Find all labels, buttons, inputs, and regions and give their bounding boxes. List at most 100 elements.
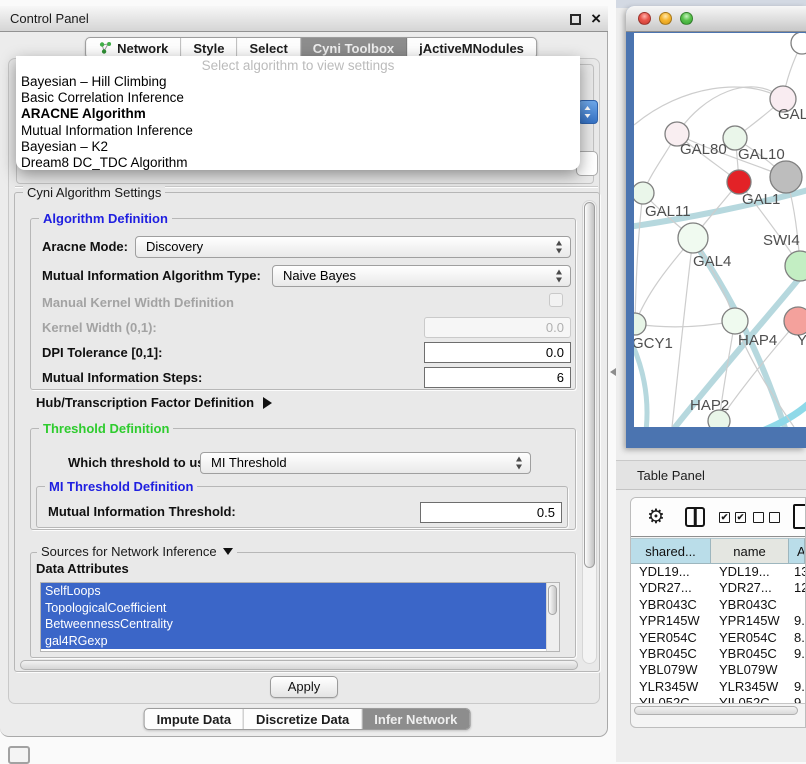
- dropdown-option[interactable]: Mutual Information Inference: [16, 123, 580, 139]
- which-threshold-combobox[interactable]: MI Threshold: [200, 452, 531, 474]
- node-label: GAL4: [693, 253, 731, 270]
- checked-checkbox-icon[interactable]: ✔: [719, 512, 730, 523]
- network-node[interactable]: [784, 307, 806, 335]
- close-traffic-light-icon[interactable]: [638, 12, 651, 25]
- table-row[interactable]: YIL052CYIL052C9: [631, 695, 805, 703]
- close-icon[interactable]: ×: [591, 8, 601, 30]
- network-node[interactable]: [722, 308, 748, 334]
- table-row[interactable]: YER054CYER054C8.: [631, 630, 805, 646]
- zoom-traffic-light-icon[interactable]: [680, 12, 693, 25]
- tab-infer-network[interactable]: Infer Network: [362, 709, 469, 729]
- minimize-traffic-light-icon[interactable]: [659, 12, 672, 25]
- mi-threshold-title: MI Threshold Definition: [45, 479, 197, 494]
- network-node[interactable]: [678, 223, 708, 253]
- table-row[interactable]: YDR27...YDR27...12: [631, 580, 805, 596]
- split-columns-icon[interactable]: [685, 507, 705, 527]
- dropdown-option[interactable]: Bayesian – K2: [16, 139, 580, 155]
- dropdown-placeholder: Select algorithm to view settings: [16, 57, 580, 74]
- screen: Control Panel × Network Style Select Cyn…: [0, 0, 806, 762]
- scrollbar-thumb[interactable]: [548, 585, 557, 615]
- list-item[interactable]: gal4RGexp: [41, 633, 546, 650]
- mi-type-label: Mutual Information Algorithm Type:: [42, 265, 261, 287]
- table-row[interactable]: YPR145WYPR145W9.: [631, 613, 805, 629]
- network-node[interactable]: [791, 33, 806, 54]
- gear-icon[interactable]: ⚙: [647, 503, 665, 531]
- sources-title-text: Sources for Network Inference: [41, 544, 217, 559]
- dropdown-option[interactable]: Bayesian – Hill Climbing: [16, 74, 580, 90]
- collapse-down-icon[interactable]: [223, 548, 233, 555]
- column-header-partial[interactable]: A: [789, 538, 805, 564]
- tab-style[interactable]: Style: [181, 38, 237, 58]
- column-header-name[interactable]: name: [711, 538, 789, 564]
- tab-discretize-data-label: Discretize Data: [256, 709, 349, 730]
- aracne-mode-label: Aracne Mode:: [42, 236, 128, 258]
- mi-threshold-field[interactable]: [420, 502, 562, 523]
- settings-horizontal-scrollbar[interactable]: [20, 660, 578, 670]
- network-icon: [98, 41, 112, 55]
- network-canvas[interactable]: GAL GAL80 GAL10 GAL1 GAL11 SWI4 GAL4 GCY…: [634, 33, 806, 427]
- mi-type-value: Naive Bayes: [283, 268, 356, 283]
- dpi-tolerance-field[interactable]: [424, 342, 571, 363]
- tab-discretize-data[interactable]: Discretize Data: [244, 709, 362, 729]
- minimized-panel-icon[interactable]: [8, 746, 30, 764]
- aracne-mode-value: Discovery: [146, 239, 203, 254]
- checked-checkbox-icon[interactable]: ✔: [735, 512, 746, 523]
- list-item[interactable]: BetweennessCentrality: [41, 616, 546, 633]
- tab-impute-data[interactable]: Impute Data: [145, 709, 244, 729]
- network-node[interactable]: [785, 251, 806, 281]
- scrollbar-thumb[interactable]: [20, 660, 578, 670]
- dropdown-option[interactable]: Dream8 DC_TDC Algorithm: [16, 155, 580, 171]
- table-row[interactable]: YDL19...YDL19...13: [631, 564, 805, 580]
- table-row[interactable]: YLR345WYLR345W9.: [631, 679, 805, 695]
- network-window-titlebar[interactable]: [626, 6, 806, 32]
- threshold-definition-title: Threshold Definition: [39, 421, 173, 436]
- document-icon[interactable]: [793, 504, 806, 529]
- network-node[interactable]: [770, 161, 802, 193]
- list-item[interactable]: SelfLoops: [41, 583, 546, 600]
- table-horizontal-scrollbar[interactable]: [631, 703, 805, 717]
- unchecked-checkbox-icon[interactable]: [753, 512, 764, 523]
- apply-button[interactable]: Apply: [270, 676, 338, 698]
- node-label: GAL: [778, 106, 806, 123]
- network-node[interactable]: [634, 182, 654, 204]
- node-label: GAL10: [738, 146, 785, 163]
- unchecked-checkbox-icon[interactable]: [769, 512, 780, 523]
- table-toolbar: ⚙ ✔ ✔: [631, 498, 805, 537]
- mi-steps-field[interactable]: [424, 367, 571, 388]
- tab-cyni-toolbox[interactable]: Cyni Toolbox: [301, 38, 407, 58]
- control-panel-title: Control Panel: [10, 6, 89, 31]
- tab-jactivemnodules[interactable]: jActiveMNodules: [407, 38, 536, 58]
- settings-vertical-scrollbar[interactable]: [582, 200, 597, 664]
- tab-network[interactable]: Network: [86, 38, 181, 58]
- table-header-row: shared... name A: [631, 538, 805, 564]
- table-row[interactable]: YBR043CYBR043C: [631, 597, 805, 613]
- data-attributes-list[interactable]: SelfLoops TopologicalCoefficient Between…: [40, 582, 560, 652]
- column-header-shared-name[interactable]: shared...: [631, 538, 711, 564]
- scrollbar-thumb[interactable]: [584, 202, 595, 568]
- scrollbar-thumb[interactable]: [634, 706, 798, 715]
- float-window-button[interactable]: [570, 14, 581, 25]
- mi-type-combobox[interactable]: Naive Bayes: [272, 265, 571, 287]
- table-row[interactable]: YBL079WYBL079W: [631, 662, 805, 678]
- node-label: GCY1: [634, 335, 673, 352]
- kernel-width-field[interactable]: [424, 317, 571, 338]
- table-row[interactable]: YBR045CYBR045C9.: [631, 646, 805, 662]
- splitter-collapse-icon[interactable]: [610, 368, 616, 376]
- manual-kernel-checkbox[interactable]: [549, 293, 563, 307]
- combobox-arrow-fragment[interactable]: [578, 100, 598, 124]
- dropdown-option-selected[interactable]: ARACNE Algorithm: [16, 106, 580, 122]
- mi-threshold-label: Mutual Information Threshold:: [48, 501, 236, 523]
- node-label: HAP2: [690, 397, 729, 414]
- hub-definition-expander[interactable]: Hub/Transcription Factor Definition: [36, 392, 272, 414]
- expand-right-icon[interactable]: [263, 397, 272, 409]
- network-node[interactable]: [634, 313, 646, 335]
- list-vertical-scrollbar[interactable]: [546, 583, 559, 651]
- table-body: YDL19...YDL19...13 YDR27...YDR27...12 YB…: [631, 564, 805, 703]
- aracne-mode-combobox[interactable]: Discovery: [135, 236, 571, 258]
- tab-select[interactable]: Select: [237, 38, 300, 58]
- combobox-spinner-icon: [516, 457, 523, 470]
- list-item[interactable]: TopologicalCoefficient: [41, 600, 546, 617]
- dropdown-option[interactable]: Basic Correlation Inference: [16, 90, 580, 106]
- sources-title: Sources for Network Inference: [37, 544, 237, 559]
- data-attributes-label: Data Attributes: [36, 561, 129, 576]
